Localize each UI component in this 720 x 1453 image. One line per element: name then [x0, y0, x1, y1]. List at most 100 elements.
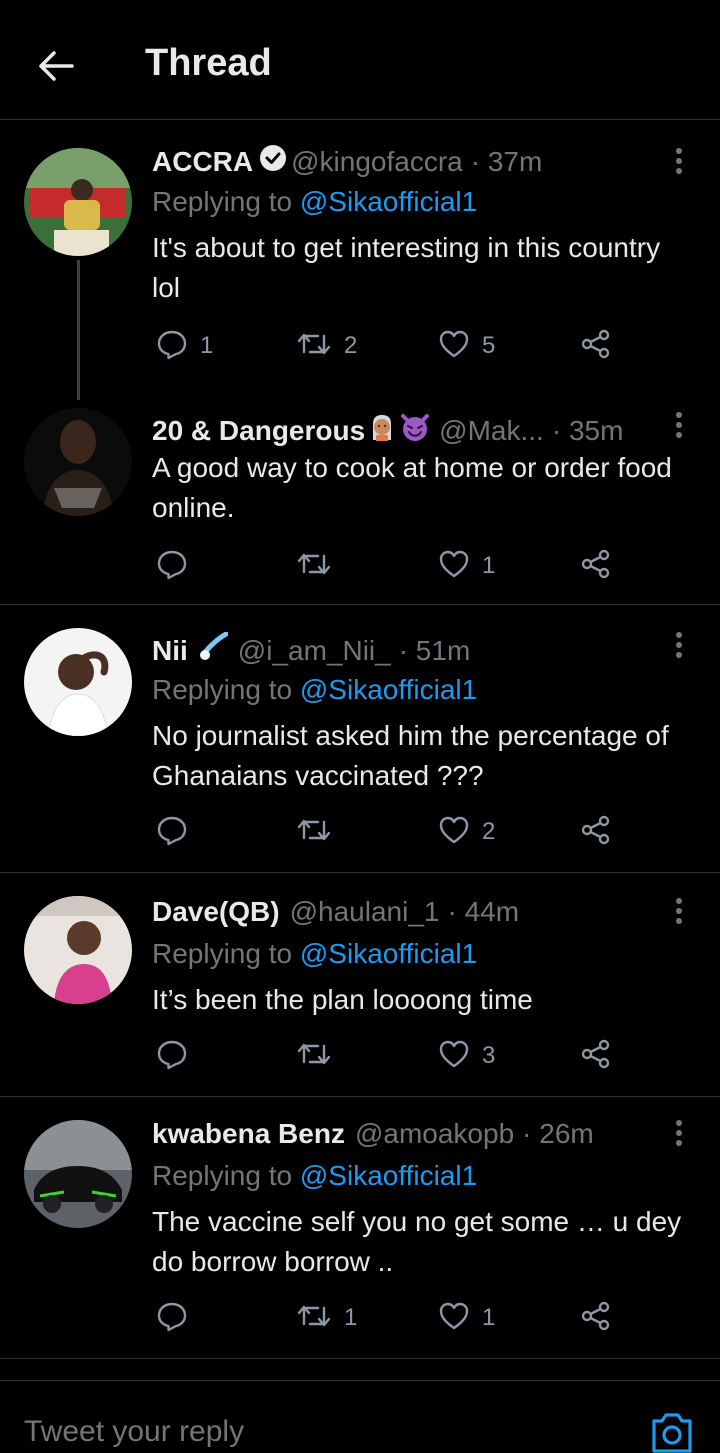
- retweet-icon: [296, 1038, 332, 1075]
- top-bar: Thread: [0, 0, 720, 120]
- comet-emoji-icon: [198, 631, 229, 669]
- tweet-text: It's about to get interesting in this co…: [152, 232, 661, 303]
- like-icon: [438, 815, 470, 850]
- share-button[interactable]: [580, 326, 612, 366]
- avatar[interactable]: [24, 896, 132, 1004]
- camera-icon[interactable]: [648, 1407, 696, 1453]
- reply-input[interactable]: Tweet your reply: [24, 1415, 244, 1449]
- reply-button[interactable]: [156, 546, 200, 586]
- like-count: 1: [482, 1304, 496, 1331]
- like-icon: [438, 1301, 470, 1336]
- reply-button[interactable]: [156, 1298, 200, 1338]
- reply-button[interactable]: [156, 812, 200, 852]
- tweet[interactable]: 20 & Dangerous @Mak... · 35m A good way …: [0, 408, 720, 604]
- timestamp: · 26m: [522, 1118, 594, 1149]
- display-name[interactable]: ACCRA: [152, 146, 253, 178]
- avatar[interactable]: [24, 408, 132, 516]
- like-button[interactable]: 2: [438, 812, 495, 852]
- avatar[interactable]: [24, 1120, 132, 1228]
- retweet-count: 1: [344, 1304, 358, 1331]
- tweet-text: The vaccine self you no get some … u dey…: [152, 1206, 682, 1277]
- retweet-button[interactable]: 1: [296, 1298, 357, 1338]
- reply-composer: Tweet your reply: [0, 1380, 720, 1453]
- like-button[interactable]: 1: [438, 1298, 495, 1338]
- retweet-button[interactable]: [296, 812, 344, 852]
- share-button[interactable]: [580, 812, 612, 852]
- replying-to: Replying to @Sikaofficial1: [152, 938, 477, 970]
- share-button[interactable]: [580, 1298, 612, 1338]
- display-name[interactable]: Nii: [152, 635, 188, 667]
- reply-mention-link[interactable]: @Sikaofficial1: [300, 938, 477, 969]
- tweet-actions: 3: [152, 1036, 632, 1076]
- share-icon: [580, 548, 612, 585]
- timestamp: · 37m: [470, 145, 543, 177]
- tweet-header: Nii @i_am_Nii_ · 51m: [152, 631, 471, 669]
- tweet-actions: 1 2 5: [152, 326, 632, 366]
- replying-prefix: Replying to: [152, 674, 300, 705]
- page-title: Thread: [145, 42, 272, 84]
- tweet-text: No journalist asked him the percentage o…: [152, 720, 669, 791]
- tweet[interactable]: Nii @i_am_Nii_ · 51m Replying to @Sikaof…: [0, 628, 720, 872]
- share-icon: [580, 814, 612, 851]
- tweet-text: It’s been the plan loooong time: [152, 984, 533, 1015]
- divider: [0, 1096, 720, 1097]
- like-button[interactable]: 5: [438, 326, 495, 366]
- tweet-actions: 2: [152, 812, 632, 852]
- more-icon[interactable]: [664, 1116, 694, 1150]
- like-icon: [438, 329, 470, 364]
- handle: @kingofaccra: [291, 145, 463, 177]
- tweet[interactable]: ACCRA @kingofaccra · 37m Replying to @Si…: [0, 140, 720, 400]
- like-count: 1: [482, 552, 496, 579]
- more-icon[interactable]: [664, 628, 694, 662]
- handle: @haulani_1: [289, 896, 440, 927]
- reply-icon: [156, 548, 188, 585]
- avatar[interactable]: [24, 628, 132, 736]
- share-icon: [580, 328, 612, 365]
- more-icon[interactable]: [664, 894, 694, 928]
- replying-prefix: Replying to: [152, 1160, 300, 1191]
- retweet-icon: [296, 328, 332, 365]
- tweet-header: kwabena Benz @amoakopb · 26m: [152, 1118, 594, 1150]
- verified-badge-icon: [259, 144, 287, 179]
- retweet-count: 2: [344, 332, 358, 359]
- replying-prefix: Replying to: [152, 186, 300, 217]
- woman-with-veil-emoji-icon: [367, 412, 397, 449]
- retweet-icon: [296, 1300, 332, 1337]
- timestamp: · 35m: [551, 414, 624, 446]
- share-button[interactable]: [580, 1036, 612, 1076]
- share-button[interactable]: [580, 546, 612, 586]
- retweet-button[interactable]: 2: [296, 326, 357, 366]
- display-name[interactable]: 20 & Dangerous: [152, 415, 365, 447]
- tweet[interactable]: Dave(QB) @haulani_1 · 44m Replying to @S…: [0, 894, 720, 1096]
- reply-count: 1: [200, 332, 214, 359]
- reply-icon: [156, 1300, 188, 1337]
- retweet-button[interactable]: [296, 546, 344, 586]
- tweet[interactable]: kwabena Benz @amoakopb · 26m Replying to…: [0, 1116, 720, 1358]
- display-name[interactable]: kwabena Benz: [152, 1118, 345, 1150]
- more-icon[interactable]: [664, 408, 694, 442]
- reply-icon: [156, 1038, 188, 1075]
- avatar[interactable]: [24, 148, 132, 256]
- tweet-header: Dave(QB) @haulani_1 · 44m: [152, 896, 519, 928]
- back-arrow-icon[interactable]: [34, 44, 78, 88]
- retweet-button[interactable]: [296, 1036, 344, 1076]
- share-icon: [580, 1300, 612, 1337]
- like-button[interactable]: 3: [438, 1036, 495, 1076]
- divider: [0, 604, 720, 605]
- handle: @amoakopb: [354, 1118, 515, 1149]
- retweet-icon: [296, 814, 332, 851]
- like-button[interactable]: 1: [438, 546, 495, 586]
- reply-button[interactable]: 1: [156, 326, 213, 366]
- reply-mention-link[interactable]: @Sikaofficial1: [300, 186, 477, 217]
- tweet-actions: 1: [152, 546, 632, 586]
- reply-mention-link[interactable]: @Sikaofficial1: [300, 1160, 477, 1191]
- share-icon: [580, 1038, 612, 1075]
- reply-button[interactable]: [156, 1036, 200, 1076]
- tweet-text: A good way to cook at home or order food…: [152, 452, 672, 523]
- reply-mention-link[interactable]: @Sikaofficial1: [300, 674, 477, 705]
- tweet-actions: 1 1: [152, 1298, 632, 1338]
- display-name[interactable]: Dave(QB): [152, 896, 280, 928]
- more-icon[interactable]: [664, 144, 694, 178]
- timestamp: · 51m: [398, 634, 471, 666]
- timestamp: · 44m: [447, 896, 520, 927]
